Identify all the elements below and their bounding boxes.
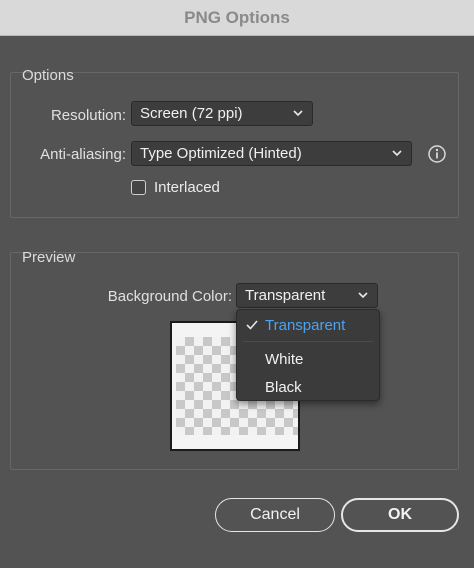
background-color-value: Transparent xyxy=(245,287,326,304)
chevron-down-icon xyxy=(358,292,368,299)
menu-item-label: White xyxy=(265,350,304,368)
menu-item-label: Black xyxy=(265,378,302,396)
menu-separator xyxy=(243,341,373,342)
interlaced-checkbox[interactable] xyxy=(131,180,146,195)
title-bar: PNG Options xyxy=(0,0,474,36)
antialiasing-select[interactable]: Type Optimized (Hinted) xyxy=(131,141,412,166)
background-color-select[interactable]: Transparent xyxy=(236,283,378,308)
antialiasing-value: Type Optimized (Hinted) xyxy=(140,145,302,162)
checkmark-icon xyxy=(246,320,258,330)
ok-button[interactable]: OK xyxy=(341,498,459,532)
resolution-value: Screen (72 ppi) xyxy=(140,105,243,122)
menu-item-white[interactable]: White xyxy=(237,346,379,372)
options-group-title: Options xyxy=(22,67,74,84)
resolution-label: Resolution: xyxy=(50,107,126,124)
interlaced-label: Interlaced xyxy=(154,179,220,196)
cancel-button[interactable]: Cancel xyxy=(215,498,335,532)
info-icon[interactable] xyxy=(427,144,447,164)
chevron-down-icon xyxy=(392,150,402,157)
background-color-menu: Transparent White Black xyxy=(236,309,380,401)
antialiasing-label: Anti-aliasing: xyxy=(40,146,126,163)
menu-item-label: Transparent xyxy=(265,316,346,334)
window-title: PNG Options xyxy=(184,7,290,27)
menu-item-transparent[interactable]: Transparent xyxy=(237,312,379,338)
background-color-label: Background Color: xyxy=(107,288,232,305)
menu-item-black[interactable]: Black xyxy=(237,374,379,400)
resolution-select[interactable]: Screen (72 ppi) xyxy=(131,101,313,126)
preview-group-title: Preview xyxy=(22,249,76,266)
chevron-down-icon xyxy=(293,110,303,117)
